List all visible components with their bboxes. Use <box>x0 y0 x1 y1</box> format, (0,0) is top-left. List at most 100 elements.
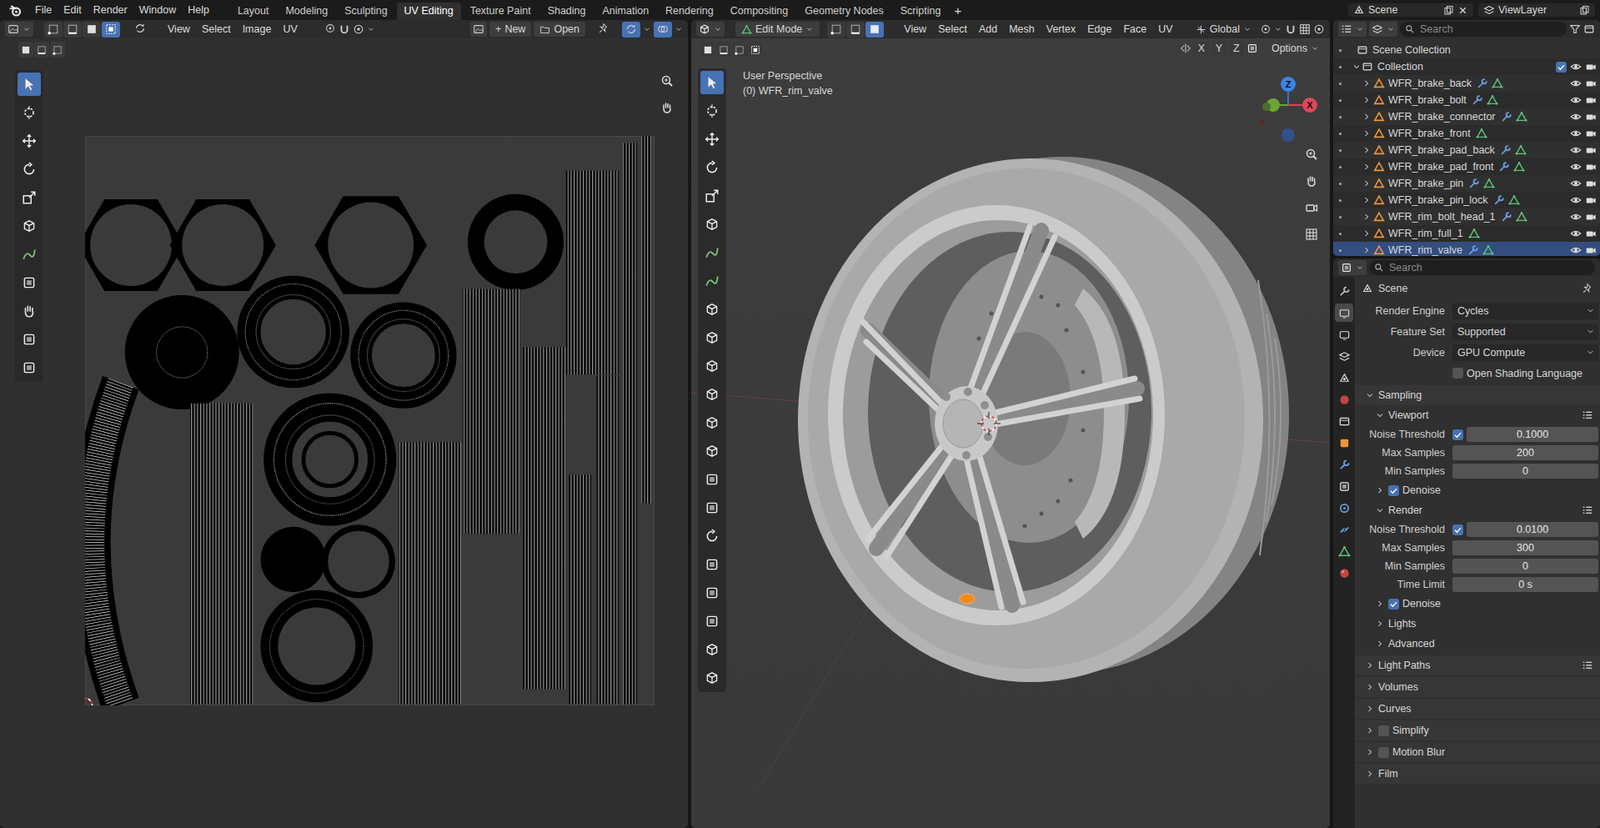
collapsed-icon[interactable] <box>1364 747 1375 758</box>
checkbox[interactable] <box>1452 429 1464 441</box>
expanded-icon[interactable] <box>1374 505 1385 516</box>
tool-button[interactable] <box>700 155 724 180</box>
modifier-icon[interactable] <box>1498 160 1510 173</box>
tool-button[interactable] <box>700 382 724 407</box>
pivot-button[interactable] <box>324 22 337 37</box>
orientation-dropdown[interactable]: Global <box>1189 21 1258 37</box>
collapsed-icon[interactable] <box>1364 660 1375 671</box>
outliner-row[interactable]: WFR_brake_connector <box>1333 108 1600 126</box>
menu-item[interactable]: Face <box>1117 21 1153 37</box>
menu-item[interactable]: Render <box>87 2 134 18</box>
menu-item[interactable]: Vertex <box>1040 21 1082 37</box>
render-visibility-icon[interactable] <box>1584 77 1597 90</box>
properties-tab[interactable] <box>1334 455 1354 474</box>
tool-button[interactable] <box>700 297 724 322</box>
dropdown-icon[interactable] <box>642 25 652 34</box>
properties-tab[interactable] <box>1334 498 1354 517</box>
properties-tab[interactable] <box>1334 368 1354 387</box>
view-layer-name[interactable]: ViewLayer <box>1498 4 1576 16</box>
expanded-icon[interactable] <box>1374 410 1385 421</box>
mode-dropdown[interactable]: Edit Mode <box>735 21 820 37</box>
outliner-row[interactable]: WFR_brake_pin <box>1333 175 1600 192</box>
presets-icon[interactable] <box>1581 504 1594 517</box>
object-name[interactable]: WFR_brake_bolt <box>1388 94 1467 106</box>
modifier-icon[interactable] <box>1499 144 1512 156</box>
object-name[interactable]: WFR_brake_pin_lock <box>1388 194 1489 206</box>
collapsed-icon[interactable] <box>1364 725 1375 736</box>
number-field[interactable]: 0 <box>1452 463 1599 479</box>
subpanel-header[interactable]: Lights <box>1354 613 1600 634</box>
visibility-icon[interactable] <box>1569 60 1582 73</box>
tool-button[interactable] <box>700 70 724 95</box>
filter-icon[interactable] <box>1569 23 1581 36</box>
scene-selector[interactable]: Scene <box>1348 3 1474 17</box>
modifier-icon[interactable] <box>1467 244 1480 256</box>
uv-canvas-area[interactable] <box>0 38 688 828</box>
proportional-icon[interactable] <box>1313 23 1325 36</box>
visibility-icon[interactable] <box>1569 110 1582 123</box>
properties-tab[interactable] <box>1334 325 1354 344</box>
panel-header[interactable]: Simplify <box>1354 720 1600 741</box>
select-mode[interactable] <box>846 21 865 38</box>
modifier-icon[interactable] <box>1500 210 1513 223</box>
panel-header[interactable]: Curves <box>1354 698 1600 719</box>
workspace-tab[interactable]: Shading <box>540 2 594 21</box>
box-mode[interactable] <box>18 41 34 58</box>
select-mode[interactable] <box>82 21 101 38</box>
visibility-icon[interactable] <box>1569 177 1582 190</box>
mirror-axis-button[interactable]: X <box>1193 41 1209 56</box>
outliner-row[interactable]: Scene Collection <box>1333 41 1600 59</box>
box-mode[interactable] <box>747 41 763 58</box>
outliner-search[interactable] <box>1399 21 1567 37</box>
gizmo-toggle[interactable] <box>621 21 641 38</box>
mesh-data-icon[interactable] <box>1482 244 1495 256</box>
expand-icon[interactable] <box>1361 95 1372 106</box>
scene-name[interactable]: Scene <box>1368 4 1440 16</box>
collapsed-icon[interactable] <box>1374 618 1385 629</box>
panel-checkbox[interactable] <box>1388 485 1400 497</box>
duplicate-icon[interactable] <box>1579 5 1590 16</box>
workspace-tab[interactable]: Texture Paint <box>462 2 539 21</box>
subpanel-header[interactable]: Denoise <box>1354 480 1600 501</box>
tool-button[interactable] <box>17 270 41 295</box>
number-field[interactable]: 0.0100 <box>1466 521 1599 537</box>
menu-item[interactable]: UV <box>276 21 303 37</box>
object-name[interactable]: WFR_brake_connector <box>1388 110 1496 123</box>
object-name[interactable]: WFR_rim_full_1 <box>1388 227 1464 240</box>
select-mode[interactable] <box>44 21 63 38</box>
expand-icon[interactable] <box>1361 245 1372 256</box>
sync-toggle[interactable] <box>134 22 146 37</box>
object-name[interactable]: WFR_brake_pad_back <box>1388 144 1495 156</box>
checkbox-label[interactable]: Open Shading Language <box>1466 367 1583 380</box>
render-visibility-icon[interactable] <box>1584 94 1597 106</box>
menu-item[interactable]: Image <box>236 21 278 37</box>
presets-icon[interactable] <box>1581 659 1594 672</box>
mesh-data-icon[interactable] <box>1491 77 1504 90</box>
panel-header[interactable]: Motion Blur <box>1354 742 1600 763</box>
render-visibility-icon[interactable] <box>1584 244 1597 256</box>
subpanel-header[interactable]: Render <box>1354 500 1600 521</box>
select-mode[interactable] <box>827 21 846 38</box>
outliner-row[interactable]: WFR_brake_bolt <box>1333 91 1600 109</box>
visibility-icon[interactable] <box>1569 77 1582 90</box>
menu-item[interactable]: View <box>161 21 196 37</box>
subpanel-header[interactable]: Advanced <box>1354 633 1600 654</box>
panel-checkbox[interactable] <box>1378 747 1390 758</box>
modifier-icon[interactable] <box>1471 94 1484 106</box>
dropdown-icon[interactable] <box>674 25 683 34</box>
expand-icon[interactable] <box>1361 195 1372 206</box>
properties-search[interactable] <box>1369 260 1595 276</box>
tool-button[interactable] <box>700 467 724 492</box>
tool-button[interactable] <box>17 72 41 96</box>
editor-type-button[interactable] <box>1338 21 1367 37</box>
outliner-row[interactable]: WFR_rim_full_1 <box>1333 225 1600 242</box>
box-mode[interactable] <box>34 41 50 58</box>
tool-button[interactable] <box>700 354 724 378</box>
outliner-row[interactable]: WFR_brake_pad_back <box>1333 141 1600 159</box>
editor-type-button[interactable] <box>696 21 725 37</box>
presets-icon[interactable] <box>1581 409 1594 422</box>
tool-button[interactable] <box>700 99 724 123</box>
number-field[interactable]: 0.1000 <box>1466 426 1599 442</box>
mesh-data-icon[interactable] <box>1468 227 1480 240</box>
mirror-axis-button[interactable]: Z <box>1228 41 1244 56</box>
